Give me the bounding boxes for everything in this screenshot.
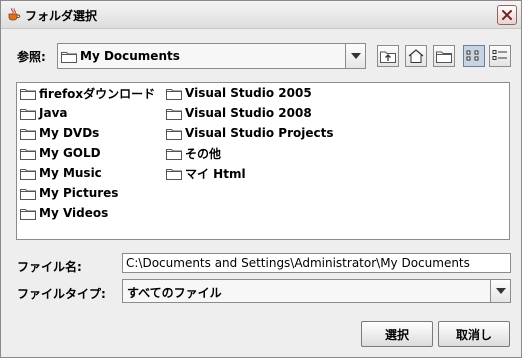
close-icon [502,10,512,20]
folder-chooser-dialog: フォルダ選択 参照: My Documents firefoxダウンロード Ja… [0,0,522,358]
file-type-label: ファイルタイプ: [17,287,106,301]
file-type-value: すべてのファイル [127,286,222,300]
folder-icon [166,87,182,100]
details-view-icon [492,50,507,60]
select-button[interactable]: 選択 [361,321,433,347]
list-item[interactable]: firefoxダウンロード [20,84,155,102]
list-item[interactable]: My DVDs [20,124,99,142]
folder-icon [61,50,77,66]
file-name-label: ファイル名: [17,260,82,274]
select-button-label: 選択 [384,327,409,342]
details-view-button[interactable] [489,45,511,67]
look-in-value: My Documents [80,49,180,63]
look-in-combo[interactable]: My Documents [57,43,366,69]
home-icon [408,49,424,63]
list-item-label: My DVDs [39,126,100,140]
up-one-level-button[interactable] [377,45,399,67]
list-item[interactable]: Visual Studio Projects [166,124,334,142]
chevron-down-icon [350,53,361,59]
list-view-button[interactable] [463,45,485,67]
list-item-label: My Videos [39,206,109,220]
folder-icon [166,107,182,120]
list-item[interactable]: Java [20,104,67,122]
title-bar[interactable]: フォルダ選択 [1,1,521,29]
list-item[interactable]: Visual Studio 2008 [166,104,312,122]
list-item[interactable]: My Pictures [20,184,118,202]
list-item[interactable]: My Music [20,164,102,182]
list-item-label: My GOLD [39,146,101,160]
folder-icon [166,127,182,140]
list-item-label: My Pictures [39,186,119,200]
list-item[interactable]: Visual Studio 2005 [166,84,312,102]
folder-icon [20,127,36,140]
folder-icon [166,167,182,180]
list-item-label: マイ Html [185,166,246,181]
list-item-label: Java [39,106,68,120]
file-type-combo[interactable]: すべてのファイル [122,279,511,303]
list-item[interactable]: My GOLD [20,144,101,162]
folder-icon [20,167,36,180]
look-in-dropdown-arrow[interactable] [345,44,365,68]
folder-icon [166,147,182,160]
folder-icon [20,187,36,200]
folder-icon [20,87,36,100]
list-item[interactable]: その他 [166,144,221,162]
window-title: フォルダ選択 [25,9,98,23]
new-folder-button[interactable] [433,45,455,67]
list-item-label: My Music [39,166,102,180]
folder-icon [20,107,36,120]
home-button[interactable] [405,45,427,67]
cancel-button[interactable]: 取消し [438,321,510,347]
folder-icon [20,147,36,160]
list-item-label: その他 [185,146,222,161]
list-item[interactable]: マイ Html [166,164,246,182]
cancel-button-label: 取消し [455,327,492,342]
file-list[interactable]: firefoxダウンロード Java My DVDs My GOLD My Mu… [16,82,510,240]
list-item-label: Visual Studio 2005 [185,86,312,100]
list-item-label: Visual Studio Projects [185,126,334,140]
list-view-icon [466,50,479,61]
new-folder-icon [436,51,452,63]
file-type-dropdown-arrow[interactable] [490,280,510,302]
folder-icon [20,207,36,220]
close-button[interactable] [497,5,517,25]
list-item-label: Visual Studio 2008 [185,106,312,120]
list-item-label: firefoxダウンロード [39,86,156,101]
file-name-field[interactable] [122,253,511,273]
chevron-down-icon [495,288,506,294]
look-in-label: 参照: [17,50,46,64]
list-item[interactable]: My Videos [20,204,108,222]
up-folder-icon [380,51,396,63]
java-cup-icon [6,6,22,22]
